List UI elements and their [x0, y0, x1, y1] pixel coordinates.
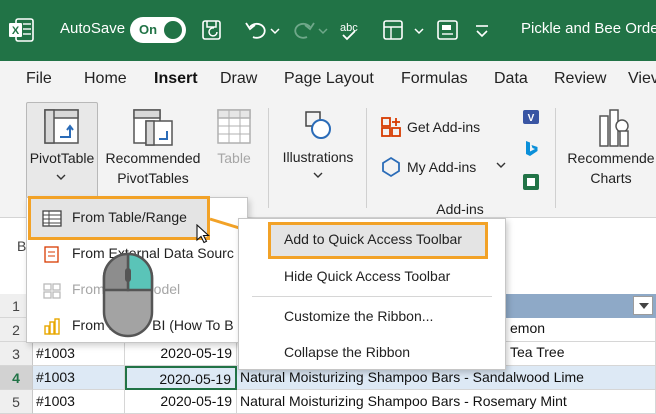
illustrations-dropdown-icon	[313, 172, 323, 178]
tab-insert[interactable]: Insert	[154, 70, 198, 88]
ribbon-separator	[555, 108, 556, 208]
tab-page-layout[interactable]: Page Layout	[284, 70, 374, 88]
recommended-charts-icon[interactable]	[596, 106, 632, 148]
data-model-icon	[43, 283, 61, 299]
autosave-label: AutoSave	[60, 20, 126, 37]
table-label: Table	[217, 150, 251, 166]
excel-logo-icon: X	[9, 18, 34, 42]
recommended-charts-label-1: Recommende	[567, 150, 655, 166]
document-title: Pickle and Bee Orde	[521, 20, 656, 37]
autosave-state: On	[139, 22, 158, 37]
ribbon-separator	[268, 108, 269, 208]
recommended-pivottables-icon[interactable]	[131, 107, 175, 147]
undo-dropdown-icon[interactable]	[268, 17, 282, 43]
tab-home[interactable]: Home	[84, 70, 127, 88]
undo-icon[interactable]	[242, 17, 270, 43]
pivottable-dropdown-icon	[56, 174, 66, 180]
menu-separator	[252, 296, 492, 297]
tab-review[interactable]: Review	[554, 70, 606, 88]
recommended-pivottables-label-1: Recommended	[105, 150, 201, 166]
addins-group-label: Add-ins	[436, 201, 484, 217]
tab-data[interactable]: Data	[494, 70, 528, 88]
title-bar: X AutoSave On abc Pickle and Bee Orde	[0, 0, 656, 61]
cell-order-3[interactable]: #1003	[33, 342, 125, 366]
tab-file[interactable]: File	[26, 70, 52, 88]
pivottable-icon	[44, 109, 79, 144]
autosave-toggle[interactable]: On	[130, 17, 186, 43]
get-addins-button[interactable]: Get Add-ins	[407, 117, 480, 137]
external-data-icon	[44, 246, 59, 263]
ribbon-separator	[366, 108, 367, 208]
preview-dropdown-icon[interactable]	[412, 17, 426, 43]
svg-text:abc: abc	[340, 22, 358, 34]
cell-order-4[interactable]: #1003	[33, 366, 125, 390]
context-item-hide-qat[interactable]: Hide Quick Access Toolbar	[284, 268, 450, 284]
cell-product-2[interactable]: emon	[510, 320, 545, 336]
spelling-icon[interactable]: abc	[337, 17, 365, 43]
context-item-add-to-qat[interactable]: Add to Quick Access Toolbar	[284, 231, 462, 247]
row-header-3[interactable]: 3	[0, 342, 33, 366]
customize-qat-icon[interactable]	[470, 17, 498, 43]
illustrations-label: Illustrations	[282, 149, 354, 165]
cell-product-5[interactable]: Natural Moisturizing Shampoo Bars - Rose…	[237, 390, 656, 414]
filter-dropdown-icon	[639, 303, 649, 309]
tab-view[interactable]: Viev	[628, 70, 656, 88]
mouse-right-click-icon	[102, 252, 154, 338]
table-range-icon	[42, 210, 62, 227]
my-addins-icon	[382, 156, 400, 178]
power-bi-icon	[44, 318, 60, 335]
name-box[interactable]: B	[17, 238, 26, 254]
svg-text:X: X	[12, 25, 20, 37]
tab-formulas[interactable]: Formulas	[401, 70, 468, 88]
recommended-charts-label-2: Charts	[590, 170, 632, 186]
redo-dropdown-icon[interactable]	[316, 17, 330, 43]
bing-maps-icon[interactable]	[521, 139, 541, 159]
people-graph-icon[interactable]	[521, 172, 541, 192]
my-addins-dropdown-icon[interactable]	[495, 160, 507, 170]
pivottable-label: PivotTable	[29, 150, 95, 166]
cell-order-5[interactable]: #1003	[33, 390, 125, 414]
toggle-knob	[164, 21, 182, 39]
redo-icon[interactable]	[290, 17, 318, 43]
active-cell-date-4[interactable]: 2020-05-19	[125, 366, 237, 390]
cell-product-3[interactable]: Tea Tree	[510, 344, 564, 360]
save-icon[interactable]	[198, 17, 226, 43]
tab-draw[interactable]: Draw	[220, 70, 257, 88]
row-header-4[interactable]: 4	[0, 366, 33, 390]
filter-button[interactable]	[633, 296, 653, 315]
illustrations-icon[interactable]	[300, 108, 334, 142]
form-icon[interactable]	[434, 17, 462, 43]
context-item-collapse-ribbon[interactable]: Collapse the Ribbon	[284, 344, 410, 360]
print-preview-icon[interactable]	[380, 17, 408, 43]
menu-item-label: From Table/Range	[72, 209, 187, 225]
get-addins-icon	[381, 117, 401, 137]
row-header-5[interactable]: 5	[0, 390, 33, 414]
cell-date-3[interactable]: 2020-05-19	[125, 342, 237, 366]
cell-date-5[interactable]: 2020-05-19	[125, 390, 237, 414]
context-item-customize-ribbon[interactable]: Customize the Ribbon...	[284, 308, 433, 324]
table-icon[interactable]	[215, 107, 253, 147]
my-addins-button[interactable]: My Add-ins	[407, 157, 476, 177]
svg-text:V: V	[528, 113, 535, 124]
visio-icon[interactable]: V	[521, 107, 541, 127]
recommended-pivottables-label-2: PivotTables	[117, 170, 189, 186]
ribbon-tabs: File Home Insert Draw Page Layout Formul…	[0, 61, 656, 100]
